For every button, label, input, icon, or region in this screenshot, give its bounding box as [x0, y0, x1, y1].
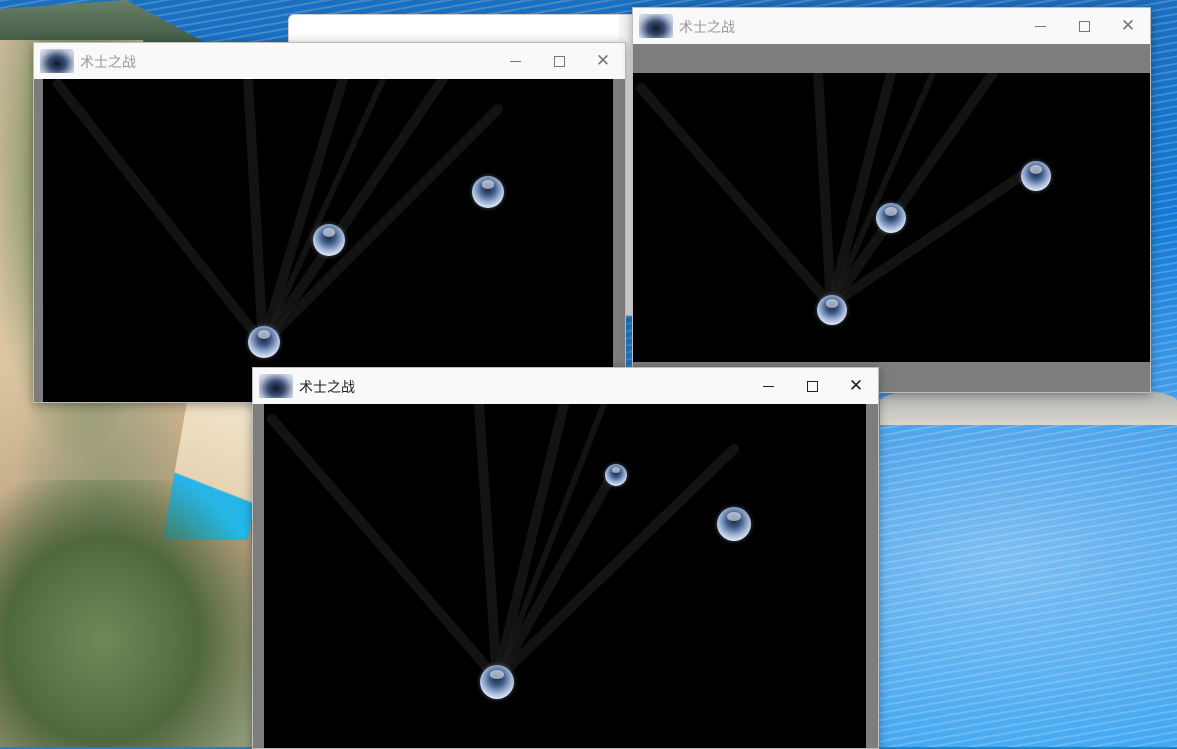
game-client-area: [633, 44, 1150, 392]
title-bar[interactable]: 术士之战 ✕: [253, 368, 878, 404]
title-bar[interactable]: 术士之战 ✕: [34, 43, 625, 79]
minimize-icon: [762, 385, 774, 387]
minimize-icon: [1034, 25, 1046, 27]
close-button[interactable]: ✕: [834, 371, 878, 401]
minimize-button[interactable]: [493, 46, 537, 76]
minimize-icon: [509, 60, 521, 62]
minimize-button[interactable]: [1018, 11, 1062, 41]
game-window-2[interactable]: 术士之战 ✕: [632, 7, 1151, 393]
game-orb: [313, 224, 345, 256]
maximize-icon: [806, 380, 818, 392]
window-title: 术士之战: [679, 20, 735, 36]
game-orb: [472, 176, 504, 208]
game-orb: [876, 203, 906, 233]
close-button[interactable]: ✕: [581, 46, 625, 76]
window-title: 术士之战: [299, 380, 355, 396]
game-client-area: [253, 404, 878, 748]
maximize-icon: [1078, 20, 1090, 32]
maximize-button[interactable]: [790, 371, 834, 401]
game-orb: [480, 665, 514, 699]
game-orb: [1021, 161, 1051, 191]
game-orb: [605, 464, 627, 486]
maximize-icon: [553, 55, 565, 67]
game-window-1[interactable]: 术士之战 ✕: [33, 42, 626, 403]
title-bar[interactable]: 术士之战 ✕: [633, 8, 1150, 44]
close-icon: ✕: [595, 50, 611, 71]
game-canvas[interactable]: [43, 79, 613, 402]
minimize-button[interactable]: [746, 371, 790, 401]
game-orb: [248, 326, 280, 358]
game-orb: [717, 507, 751, 541]
game-window-3[interactable]: 术士之战 ✕: [252, 367, 879, 749]
game-canvas[interactable]: [633, 73, 1150, 362]
light-beams: [267, 404, 739, 684]
close-button[interactable]: ✕: [1106, 11, 1150, 41]
window-title: 术士之战: [80, 55, 136, 71]
maximize-button[interactable]: [537, 46, 581, 76]
close-icon: ✕: [848, 375, 864, 396]
app-icon: [639, 14, 673, 38]
app-icon: [259, 374, 293, 398]
vegetation: [0, 480, 255, 747]
game-orb: [817, 295, 847, 325]
maximize-button[interactable]: [1062, 11, 1106, 41]
app-icon: [40, 49, 74, 73]
close-icon: ✕: [1120, 15, 1136, 36]
game-canvas[interactable]: [264, 404, 866, 748]
game-client-area: [34, 79, 625, 402]
